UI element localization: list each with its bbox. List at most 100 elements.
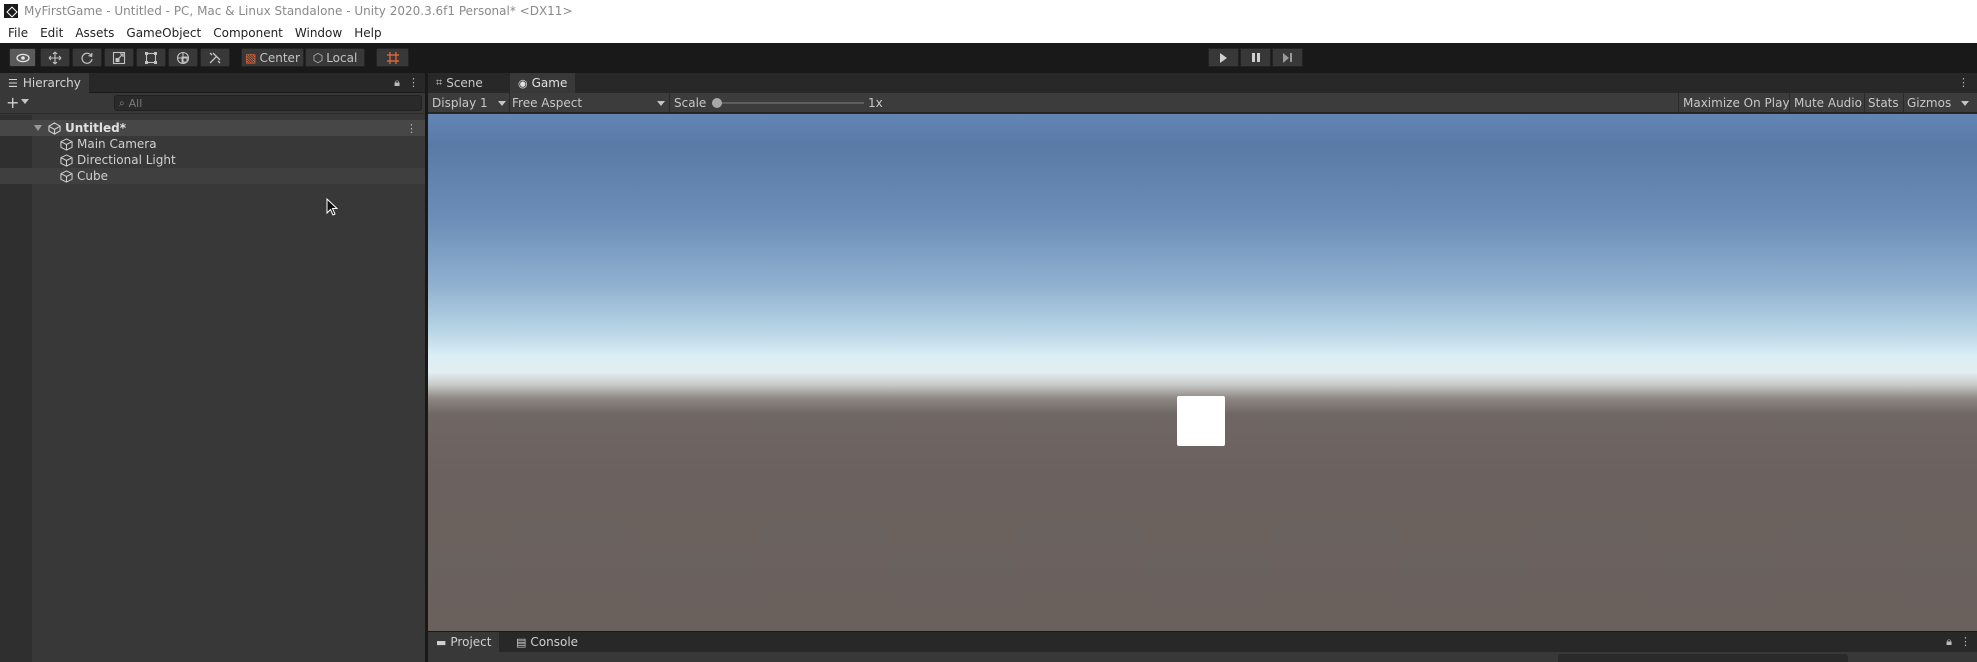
gameobject-cube-icon [60,137,73,151]
menu-component[interactable]: Component [213,26,283,40]
center-tab-row: ⌗ Scene ◉ Game ⋮ [428,73,1977,93]
window-title: MyFirstGame - Untitled - PC, Mac & Linux… [24,4,573,18]
rotate-tool-button[interactable] [72,48,102,67]
pivot-center-label: Center [259,50,300,65]
project-search-input[interactable] [1558,654,1848,662]
tab-game[interactable]: ◉ Game [510,73,576,93]
divider [1903,93,1904,113]
play-icon [1220,52,1227,63]
gizmos-dropdown-chevron-icon[interactable] [1961,101,1969,106]
gameobject-cube-icon [60,169,73,183]
divider [1678,93,1679,113]
title-bar: MyFirstGame - Untitled - PC, Mac & Linux… [0,0,1977,22]
scene-name: Untitled* [65,121,126,135]
hierarchy-tab-row: ☰ Hierarchy 🔒︎ ⋮ [0,73,425,93]
add-object-icon[interactable]: + [6,94,19,112]
hierarchy-item[interactable]: Directional Light [0,152,425,168]
scene-icon [48,121,61,135]
tab-hierarchy-label: Hierarchy [22,76,81,90]
pause-button[interactable] [1240,48,1271,67]
hierarchy-item-label: Cube [77,169,108,183]
scale-tool-button[interactable] [104,48,134,67]
stats-toggle[interactable]: Stats [1868,93,1899,113]
lock-icon[interactable]: 🔒︎ [1946,635,1952,649]
bottom-panel: ▬ Project ▤ Console 🔒︎ ⋮ [428,632,1977,662]
step-icon [1283,52,1292,63]
rotate-icon [81,52,93,64]
tab-project-label: Project [450,635,492,649]
tab-project[interactable]: ▬ Project [428,632,500,652]
move-tool-button[interactable] [40,48,70,67]
aspect-dropdown[interactable]: Free Aspect [512,93,665,113]
tab-console-label: Console [530,635,579,649]
display-dropdown[interactable]: Display 1 [432,93,506,113]
divider [669,93,670,113]
mute-audio-toggle[interactable]: Mute Audio [1794,93,1862,113]
chevron-down-icon [657,101,665,106]
tab-console[interactable]: ▤ Console [508,632,586,652]
menu-help[interactable]: Help [354,26,381,40]
divider [1789,93,1790,113]
tab-game-label: Game [531,76,568,90]
cube-object [1177,396,1225,446]
tab-hierarchy[interactable]: ☰ Hierarchy [0,73,89,93]
grid-snap-button[interactable] [376,48,409,67]
hierarchy-item[interactable]: Cube [0,168,425,184]
hierarchy-item-label: Main Camera [77,137,157,151]
list-icon: ☰ [8,76,18,90]
grid-snap-icon [386,51,399,64]
panel-menu-icon[interactable]: ⋮ [1958,76,1969,89]
search-icon: ⌕ [119,97,125,109]
hierarchy-panel-controls: 🔒︎ ⋮ [394,76,419,90]
menu-gameobject[interactable]: GameObject [126,26,201,40]
scale-slider-handle[interactable] [712,98,722,108]
pause-icon [1251,53,1260,62]
gamepad-icon: ◉ [518,76,528,90]
pivot-local-toggle[interactable]: ⬡ Local [305,48,365,67]
hierarchy-gutter [0,115,32,662]
divider [509,93,510,113]
pivot-icon: ▧ [245,50,257,65]
transform-tool-button[interactable] [168,48,198,67]
panel-menu-icon[interactable]: ⋮ [1960,635,1971,649]
lock-icon[interactable]: 🔒︎ [394,76,400,90]
menu-bar: File Edit Assets GameObject Component Wi… [0,22,1977,43]
menu-assets[interactable]: Assets [75,26,114,40]
step-button[interactable] [1272,48,1303,67]
divider [1864,93,1865,113]
menu-edit[interactable]: Edit [40,26,63,40]
rect-transform-icon [145,51,157,64]
pivot-center-toggle[interactable]: ▧ Center [241,48,304,67]
gizmos-toggle[interactable]: Gizmos [1907,93,1951,113]
game-panel: ⌗ Scene ◉ Game ⋮ Display 1 Free Aspect S… [428,73,1977,631]
scene-menu-icon[interactable]: ⋮ [406,122,417,135]
maximize-on-play-toggle[interactable]: Maximize On Play [1683,93,1790,113]
aspect-label: Free Aspect [512,96,583,110]
local-cube-icon: ⬡ [312,50,324,65]
gameobject-cube-icon [60,153,73,167]
menu-file[interactable]: File [8,26,28,40]
hierarchy-item[interactable]: Main Camera [0,136,425,152]
view-tool-button[interactable] [9,48,36,67]
scale-icon [112,51,126,64]
search-placeholder: All [128,96,143,110]
rect-tool-button[interactable] [136,48,166,67]
fold-arrow-icon[interactable] [34,125,42,131]
game-viewport[interactable] [428,114,1977,631]
hierarchy-search-input[interactable]: ⌕ All [114,95,422,111]
custom-tool-button[interactable] [200,48,230,67]
display-label: Display 1 [432,96,488,110]
play-button[interactable] [1208,48,1239,67]
tab-scene[interactable]: ⌗ Scene [428,73,491,93]
hierarchy-search-row: + ⌕ All [0,93,425,114]
scene-row[interactable]: Untitled* ⋮ [0,120,425,136]
tools-icon [209,52,221,63]
tab-scene-label: Scene [446,76,483,90]
panel-menu-icon[interactable]: ⋮ [408,76,419,90]
scale-label: Scale [674,96,707,110]
pivot-local-label: Local [326,50,358,65]
scale-slider-track[interactable] [716,102,864,104]
menu-window[interactable]: Window [295,26,342,40]
transform-gizmo-icon [176,51,190,64]
chevron-down-icon[interactable] [21,99,29,104]
